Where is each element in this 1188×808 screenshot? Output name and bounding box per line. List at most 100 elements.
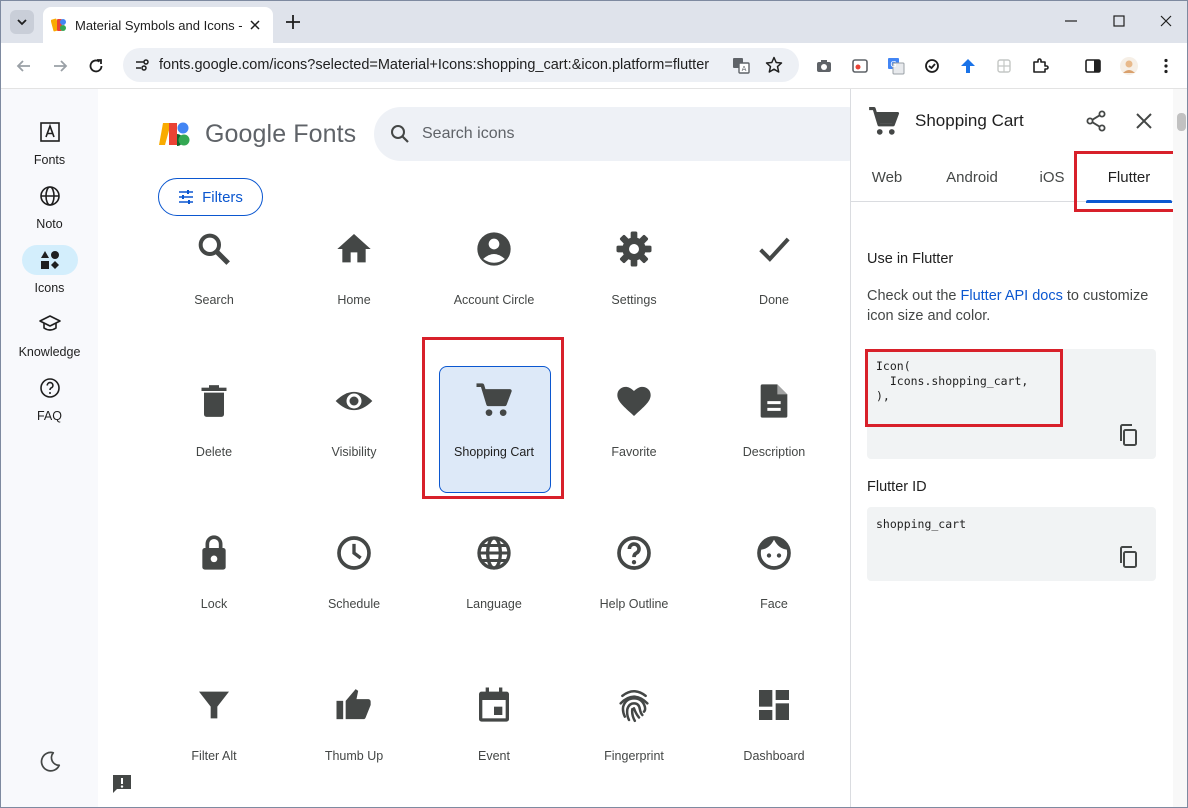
icon-cell-thumb-up[interactable]: Thumb Up (284, 685, 424, 807)
star-icon[interactable] (765, 56, 783, 74)
plus-icon[interactable] (283, 12, 303, 32)
icon-cell-fingerprint[interactable]: Fingerprint (564, 685, 704, 807)
close-window-button[interactable] (1154, 9, 1178, 33)
profile-button[interactable] (1119, 56, 1139, 76)
browser-menu-button[interactable] (1156, 56, 1176, 76)
icon-cell-account-circle[interactable]: Account Circle (424, 229, 564, 381)
icon-name: Fingerprint (604, 749, 664, 763)
chevron-down-icon (17, 19, 27, 26)
icon-name: Filter Alt (191, 749, 237, 763)
tab-web[interactable]: Web (861, 152, 913, 202)
icon-name: Delete (195, 445, 233, 459)
dark-mode-icon[interactable] (37, 749, 63, 775)
nav-rail: Fonts Noto Icons Knowledge FAQ (1, 89, 98, 807)
rail-icon-wrap (22, 373, 78, 403)
share-icon[interactable] (1084, 109, 1108, 133)
icon-cell-home[interactable]: Home (284, 229, 424, 381)
icon-cell-settings[interactable]: Settings (564, 229, 704, 381)
code-snippet[interactable]: Icon( Icons.shopping_cart, ), (867, 349, 1156, 459)
icon-cell-filter-alt[interactable]: Filter Alt (144, 685, 284, 807)
rail-item-faq[interactable]: FAQ (1, 373, 98, 423)
rail-item-noto[interactable]: Noto (1, 181, 98, 231)
rail-icon-wrap (22, 181, 78, 211)
usage-description: Check out the Flutter API docs to custom… (867, 286, 1151, 326)
description-icon (760, 384, 788, 418)
panel-header: Shopping Cart (851, 89, 1187, 152)
filters-label: Filters (202, 188, 243, 206)
forward-button[interactable] (47, 53, 73, 79)
copy-icon[interactable] (1116, 545, 1140, 569)
page: Fonts Noto Icons Knowledge FAQ Google Fo… (1, 89, 1187, 807)
search-input[interactable] (422, 121, 842, 147)
copy-icon[interactable] (1116, 423, 1140, 447)
minimize-icon (1065, 20, 1077, 22)
school-icon (38, 315, 61, 331)
flutter-id-box[interactable]: shopping_cart (867, 507, 1156, 581)
camera-icon (817, 60, 831, 72)
icon-cell-event[interactable]: Event (424, 685, 564, 807)
minimize-button[interactable] (1059, 9, 1083, 33)
extension-download-button[interactable] (958, 56, 978, 76)
icon-cell-delete[interactable]: Delete (144, 381, 284, 533)
icon-search[interactable] (374, 107, 874, 161)
rail-item-knowledge[interactable]: Knowledge (1, 309, 98, 359)
tab-ios[interactable]: iOS (1031, 152, 1073, 202)
icon-cell-schedule[interactable]: Schedule (284, 533, 424, 685)
icon-cell-help-outline[interactable]: Help Outline (564, 533, 704, 685)
browser-tab[interactable]: Material Symbols and Icons - Google Font… (43, 7, 273, 43)
extension-sync-button[interactable] (922, 56, 942, 76)
extensions-button[interactable] (1030, 56, 1050, 76)
close-icon (1160, 15, 1172, 27)
flutter-api-docs-link[interactable]: Flutter API docs (961, 288, 1063, 304)
feedback-icon[interactable] (111, 773, 133, 795)
side-panel-button[interactable] (1083, 56, 1103, 76)
panel-scrollbar[interactable] (1173, 89, 1187, 807)
home-icon (337, 234, 371, 263)
svg-text:G: G (890, 60, 896, 69)
icon-cell-face[interactable]: Face (704, 533, 844, 685)
search-icon (391, 125, 409, 143)
icon-cell-language[interactable]: Language (424, 533, 564, 685)
scrollbar-thumb[interactable] (1177, 113, 1186, 131)
icon-cell-favorite[interactable]: Favorite (564, 381, 704, 533)
eye-icon (335, 391, 373, 411)
icon-cell-shopping-cart[interactable]: Shopping Cart (424, 366, 564, 533)
icon-grid: Search Home Account Circle Settings Done (144, 229, 844, 807)
rail-label: Noto (36, 217, 63, 231)
platform-tabs: Web Android iOS Flutter (851, 152, 1173, 203)
close-icon[interactable] (1132, 109, 1156, 133)
tune-icon (179, 190, 194, 204)
icon-cell-description[interactable]: Description (704, 381, 844, 533)
extension-camera-button[interactable] (814, 56, 834, 76)
icon-name: Search (194, 293, 234, 307)
address-bar[interactable]: fonts.google.com/icons?selected=Material… (123, 48, 799, 82)
reload-button[interactable] (83, 53, 109, 79)
google-fonts-logo[interactable]: Google Fonts (159, 119, 356, 149)
extension-grid-button[interactable] (994, 56, 1014, 76)
tab-android[interactable]: Android (937, 152, 1007, 202)
extension-screenshot-button[interactable] (850, 56, 870, 76)
icon-name: Dashboard (743, 749, 805, 763)
shopping-cart-icon (476, 383, 512, 416)
translate-icon[interactable]: A (732, 56, 750, 74)
more-vert-icon (1164, 58, 1168, 74)
settings-icon (616, 231, 652, 267)
back-button[interactable] (11, 53, 37, 79)
icon-name: Language (466, 597, 522, 611)
close-icon[interactable] (247, 17, 263, 33)
icon-cell-done[interactable]: Done (704, 229, 844, 381)
icon-cell-search[interactable]: Search (144, 229, 284, 381)
icon-cell-lock[interactable]: Lock (144, 533, 284, 685)
extension-translate-button[interactable]: G (886, 56, 906, 76)
tab-search-button[interactable] (10, 10, 34, 34)
filters-button[interactable]: Filters (158, 178, 263, 216)
rail-item-fonts[interactable]: Fonts (1, 117, 98, 167)
maximize-button[interactable] (1107, 9, 1131, 33)
maximize-icon (1113, 15, 1125, 27)
site-settings-icon[interactable] (133, 56, 151, 74)
icon-name: Help Outline (599, 597, 669, 611)
rail-item-icons[interactable]: Icons (1, 245, 98, 295)
icon-cell-dashboard[interactable]: Dashboard (704, 685, 844, 807)
tab-flutter[interactable]: Flutter (1086, 152, 1172, 203)
icon-cell-visibility[interactable]: Visibility (284, 381, 424, 533)
